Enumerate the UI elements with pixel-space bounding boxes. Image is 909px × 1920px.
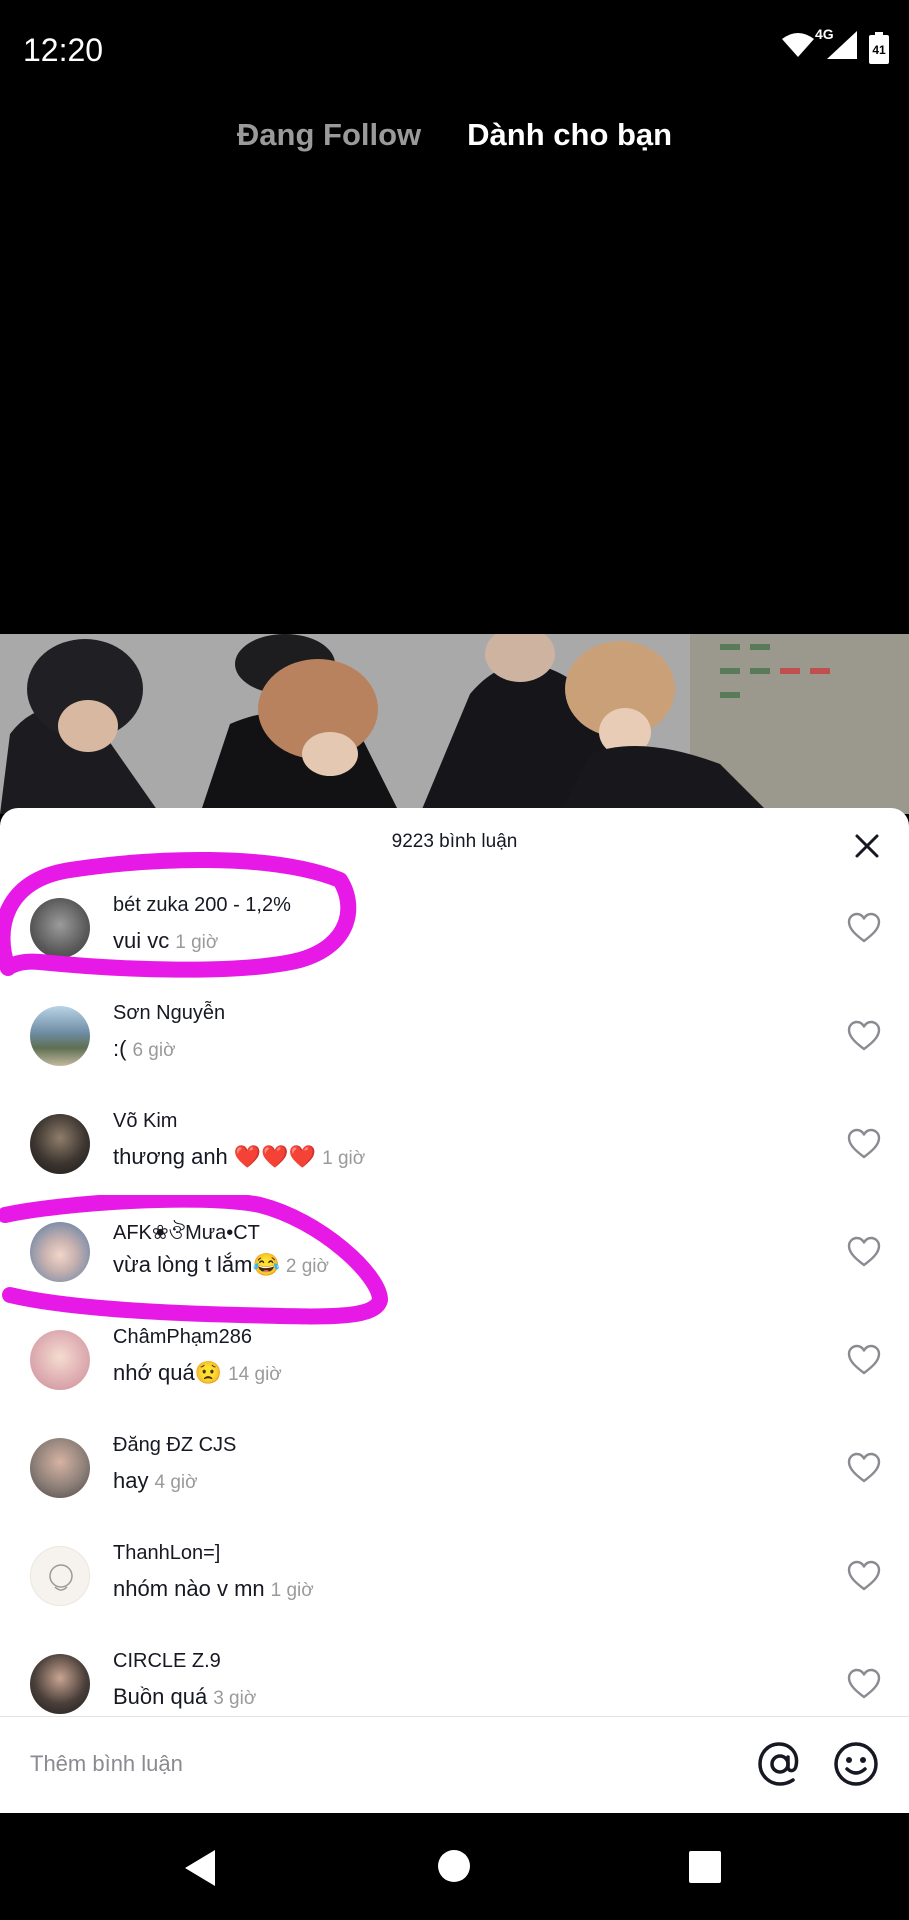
like-button[interactable] (847, 912, 881, 944)
avatar[interactable] (30, 898, 90, 958)
comment-item: Võ Kim thương anh ❤️❤️❤️ 1 giờ (0, 1102, 909, 1210)
comment-username[interactable]: Võ Kim (113, 1110, 177, 1133)
status-bar: 12:20 4G 41 (0, 0, 909, 100)
comment-body: :(6 giờ (113, 1036, 176, 1062)
at-icon (758, 1742, 799, 1786)
signal-icon: 4G (815, 26, 859, 65)
comment-body: thương anh ❤️❤️❤️ 1 giờ (113, 1144, 365, 1170)
comment-count: 9223 bình luận (391, 831, 518, 852)
avatar[interactable] (30, 1654, 90, 1714)
home-button[interactable] (436, 1848, 472, 1889)
emoji-button[interactable] (833, 1741, 879, 1787)
comment-item: bét zuka 200 - 1,2% vui vc 1 giờ (0, 886, 909, 994)
comment-text: :( (113, 1036, 127, 1061)
comment-item: AFK❀ঔMưa•CT vừa lòng t lắm😂 2 giờ (0, 1210, 909, 1318)
back-triangle-icon (185, 1850, 215, 1886)
like-button[interactable] (847, 1020, 881, 1052)
comment-username[interactable]: bét zuka 200 - 1,2% (113, 894, 291, 917)
battery-icon: 41 (869, 31, 889, 64)
recents-button[interactable] (688, 1850, 722, 1889)
comment-text: Buồn quá (113, 1684, 208, 1709)
comment-username[interactable]: ChâmPhạm286 (113, 1326, 252, 1349)
like-button[interactable] (847, 1560, 881, 1592)
like-button[interactable] (847, 1668, 881, 1700)
comment-text: vui vc (113, 928, 170, 953)
comment-time: 4 giờ (154, 1472, 198, 1493)
comment-body: nhớ quá😟 14 giờ (113, 1360, 282, 1386)
comment-body: vui vc 1 giờ (113, 928, 218, 954)
comment-text: nhóm nào v mn (113, 1576, 265, 1601)
comment-body: vừa lòng t lắm😂 2 giờ (113, 1252, 329, 1278)
comment-time: 14 giờ (228, 1364, 282, 1385)
comment-time: 1 giờ (270, 1580, 314, 1601)
comment-time: 2 giờ (285, 1256, 329, 1277)
comment-username[interactable]: Đăng ĐZ CJS (113, 1434, 236, 1457)
like-button[interactable] (847, 1344, 881, 1376)
avatar[interactable] (30, 1438, 90, 1498)
close-button[interactable] (847, 826, 887, 866)
comment-time: 1 giờ (175, 932, 219, 953)
heart-icon (847, 1560, 881, 1591)
smiley-icon (834, 1742, 878, 1786)
comment-body: nhóm nào v mn 1 giờ (113, 1576, 314, 1602)
back-button[interactable] (183, 1848, 217, 1893)
heart-icon (847, 1236, 881, 1267)
comment-item: ThanhLon=] nhóm nào v mn 1 giờ (0, 1534, 909, 1642)
comment-username[interactable]: CIRCLE Z.9 (113, 1650, 221, 1673)
feed-tabs: Đang Follow Dành cho bạn (0, 100, 909, 170)
recents-square-icon (689, 1851, 721, 1883)
comment-item: CIRCLE Z.9 Buồn quá 3 giờ (0, 1642, 909, 1724)
status-icons: 4G 41 (781, 26, 889, 65)
comments-header: 9223 bình luận (0, 808, 909, 878)
mention-button[interactable] (757, 1741, 803, 1787)
comment-time: 6 giờ (132, 1040, 176, 1061)
avatar[interactable] (30, 1546, 90, 1606)
heart-icon (847, 912, 881, 943)
heart-icon (847, 1344, 881, 1375)
comment-username[interactable]: ThanhLon=] (113, 1542, 220, 1565)
like-button[interactable] (847, 1236, 881, 1268)
comment-list[interactable]: bét zuka 200 - 1,2% vui vc 1 giờ Sơn Nguy… (0, 886, 909, 1724)
comment-username[interactable]: Sơn Nguyễn (113, 1002, 225, 1025)
battery-level: 41 (872, 42, 886, 57)
like-button[interactable] (847, 1128, 881, 1160)
tab-for-you[interactable]: Dành cho bạn (467, 117, 672, 153)
comment-body: Buồn quá 3 giờ (113, 1684, 256, 1710)
close-icon (855, 834, 879, 858)
comment-text: nhớ quá😟 (113, 1360, 223, 1385)
comment-item: Sơn Nguyễn :(6 giờ (0, 994, 909, 1102)
wifi-icon (781, 31, 815, 64)
avatar[interactable] (30, 1222, 90, 1282)
comment-input-bar: Thêm bình luận (0, 1716, 909, 1814)
system-nav-bar (0, 1813, 909, 1920)
comment-text: vừa lòng t lắm😂 (113, 1252, 280, 1277)
comment-input[interactable]: Thêm bình luận (30, 1751, 183, 1777)
avatar[interactable] (30, 1114, 90, 1174)
comment-item: Đăng ĐZ CJS hay 4 giờ (0, 1426, 909, 1534)
clock: 12:20 (23, 32, 104, 68)
comments-sheet: 9223 bình luận bét zuka 200 - 1,2% vui v… (0, 808, 909, 1813)
comment-time: 3 giờ (213, 1688, 257, 1709)
heart-icon (847, 1020, 881, 1051)
avatar[interactable] (30, 1330, 90, 1390)
avatar[interactable] (30, 1006, 90, 1066)
heart-icon (847, 1128, 881, 1159)
heart-icon (847, 1452, 881, 1483)
comment-username[interactable]: AFK❀ঔMưa•CT (113, 1218, 260, 1251)
comment-text: hay (113, 1468, 149, 1493)
heart-icon (847, 1668, 881, 1699)
like-button[interactable] (847, 1452, 881, 1484)
comment-time: 1 giờ (322, 1148, 366, 1169)
comment-body: hay 4 giờ (113, 1468, 198, 1494)
default-avatar-icon (49, 1564, 73, 1591)
video-frame[interactable] (0, 634, 909, 814)
video-thumbnail (0, 634, 909, 814)
home-circle-icon (438, 1850, 470, 1882)
comment-text: thương anh ❤️❤️❤️ (113, 1144, 317, 1169)
comment-item: ChâmPhạm286 nhớ quá😟 14 giờ (0, 1318, 909, 1426)
network-label: 4G (815, 26, 834, 42)
tab-following[interactable]: Đang Follow (237, 117, 421, 153)
